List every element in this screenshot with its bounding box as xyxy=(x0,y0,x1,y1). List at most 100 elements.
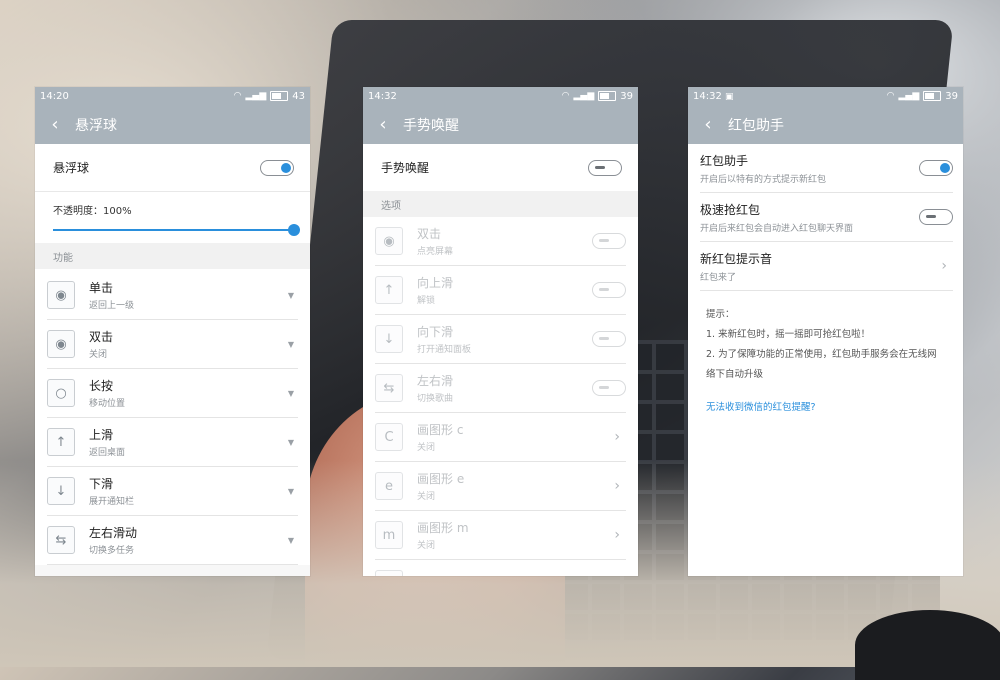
chevron-right-icon[interactable]: › xyxy=(941,258,947,274)
item-text: 向下滑 打开通知面板 xyxy=(417,323,592,355)
chevron-right-icon[interactable]: › xyxy=(614,478,620,494)
function-item[interactable]: ↓ 下滑 展开通知栏 ▼ xyxy=(47,467,298,516)
app-bar: ‹ 手势唤醒 xyxy=(363,105,638,144)
item-subtitle: 返回桌面 xyxy=(89,448,126,458)
item-text: 红包助手 开启后以特有的方式提示新红包 xyxy=(700,152,826,185)
battery-level: 43 xyxy=(292,90,305,102)
item-subtitle: 返回上一级 xyxy=(89,301,135,311)
section-header: 选项 xyxy=(363,191,638,217)
red-packet-settings: 红包助手 开启后以特有的方式提示新红包极速抢红包 开启后来红包会自动进入红包聊天界面… xyxy=(688,144,963,291)
gesture-option[interactable]: ⇆ 左右滑切换歌曲 xyxy=(375,364,626,413)
chevron-right-icon[interactable]: › xyxy=(614,527,620,543)
function-item[interactable]: ◉ 单击 返回上一级 ▼ xyxy=(47,271,298,320)
item-subtitle: 关闭 xyxy=(417,492,436,502)
function-item[interactable]: ○ 长按移动位置 ▼ xyxy=(47,369,298,418)
back-arrow-icon[interactable]: ‹ xyxy=(35,114,75,135)
setting-toggle[interactable] xyxy=(919,160,953,176)
item-text: 画图形 e 关闭 xyxy=(417,470,614,502)
status-bar: 14:32 ▣ ◠ ▂▄▆ 39 xyxy=(688,87,963,105)
item-title: 画图形 c xyxy=(417,423,464,437)
item-title: 画图形 e xyxy=(417,472,465,486)
item-text: 画图形 m 关闭 xyxy=(417,519,614,551)
dot-circle-icon: ◉ xyxy=(375,227,403,255)
swipe-up-icon: ↑ xyxy=(47,428,75,456)
setting-toggle[interactable] xyxy=(919,209,953,225)
battery-level: 39 xyxy=(945,90,958,102)
red-packet-setting[interactable]: 极速抢红包 开启后来红包会自动进入红包聊天界面 xyxy=(700,193,953,242)
floating-ball-setting[interactable]: 悬浮球 xyxy=(35,144,310,191)
gesture-toggle[interactable] xyxy=(592,331,626,347)
draw-e-icon: e xyxy=(375,472,403,500)
item-subtitle: 关闭 xyxy=(89,350,108,360)
tip-1: 1. 来新红包时，摇一摇即可抢红包啦！ xyxy=(706,329,871,340)
gesture-option[interactable]: ↑ 向上滑 解锁 xyxy=(375,266,626,315)
opacity-label: 不透明度：100% xyxy=(53,206,132,217)
page-title: 悬浮球 xyxy=(75,117,117,134)
item-title: 长按 xyxy=(89,379,114,393)
item-text: 左右滑 切换歌曲 xyxy=(417,372,592,404)
back-arrow-icon[interactable]: ‹ xyxy=(688,114,728,135)
item-subtitle: 红包来了 xyxy=(700,272,737,283)
red-packet-setting[interactable]: 红包助手 开启后以特有的方式提示新红包 xyxy=(700,144,953,193)
draw-o-icon: o xyxy=(375,570,403,576)
item-text: 画图形 o xyxy=(417,575,614,577)
item-title: 左右滑 xyxy=(417,374,454,388)
wifi-icon: ◠ xyxy=(233,91,242,101)
gesture-option[interactable]: ↓ 向下滑 打开通知面板 xyxy=(375,315,626,364)
ring-icon: ○ xyxy=(47,379,75,407)
dropdown-caret-icon[interactable]: ▼ xyxy=(288,340,294,349)
function-item[interactable]: ⇆ 左右滑动 切换多任务 ▼ xyxy=(47,516,298,565)
gesture-toggle[interactable] xyxy=(592,282,626,298)
item-text: 画图形 c 关闭 xyxy=(417,421,614,453)
swipe-down-icon: ↓ xyxy=(375,325,403,353)
item-title: 单击 xyxy=(89,281,114,295)
item-title: 双击 xyxy=(417,227,442,241)
dropdown-caret-icon[interactable]: ▼ xyxy=(288,438,294,447)
function-item[interactable]: ↑ 上滑 返回桌面 ▼ xyxy=(47,418,298,467)
signal-icon: ▂▄▆ xyxy=(573,91,595,101)
dropdown-caret-icon[interactable]: ▼ xyxy=(288,291,294,300)
function-item[interactable]: ◉ 双击 关闭 ▼ xyxy=(47,320,298,369)
item-text: 单击 返回上一级 xyxy=(89,279,288,311)
item-subtitle: 移动位置 xyxy=(89,399,126,409)
dropdown-caret-icon[interactable]: ▼ xyxy=(288,389,294,398)
gesture-toggle[interactable] xyxy=(592,380,626,396)
swipe-horizontal-icon: ⇆ xyxy=(375,374,403,402)
opacity-slider-knob[interactable] xyxy=(288,224,300,236)
gesture-option-list: ◉ 双击 点亮屏幕 ↑ 向上滑 解锁 ↓ 向下滑 打开通知面板 ⇆ 左右滑 切换歌曲 C 画图形 c 关闭 ›… xyxy=(363,217,638,576)
gesture-option[interactable]: o画图形 o› xyxy=(375,560,626,576)
back-arrow-icon[interactable]: ‹ xyxy=(363,114,403,135)
opacity-slider[interactable] xyxy=(53,223,300,237)
battery-icon xyxy=(923,91,942,101)
gesture-toggle[interactable] xyxy=(592,233,626,249)
gesture-option[interactable]: e 画图形 e 关闭 › xyxy=(375,462,626,511)
phone-screen-gesture-wake: 14:32 ◠ ▂▄▆ 39 ‹ 手势唤醒 手势唤醒 选项 ◉ 双击 点亮屏幕 ↑ 向上… xyxy=(363,87,638,576)
help-link[interactable]: 无法收到微信的红包提醒? xyxy=(688,385,963,413)
swipe-down-icon: ↓ xyxy=(47,477,75,505)
item-subtitle: 解锁 xyxy=(417,296,436,306)
gesture-option[interactable]: C 画图形 c 关闭 › xyxy=(375,413,626,462)
section-header: 功能 xyxy=(35,243,310,269)
gesture-wake-toggle[interactable] xyxy=(588,159,622,176)
item-title: 红包助手 xyxy=(700,153,749,168)
item-text: 左右滑动 切换多任务 xyxy=(89,524,288,556)
chevron-right-icon[interactable]: › xyxy=(614,429,620,445)
item-title: 上滑 xyxy=(89,428,114,442)
swipe-horizontal-icon: ⇆ xyxy=(47,526,75,554)
item-subtitle: 开启后来红包会自动进入红包聊天界面 xyxy=(700,223,854,234)
gesture-option[interactable]: ◉ 双击 点亮屏幕 xyxy=(375,217,626,266)
gesture-wake-setting[interactable]: 手势唤醒 xyxy=(363,144,638,191)
item-title: 向下滑 xyxy=(417,325,454,339)
swipe-up-icon: ↑ xyxy=(375,276,403,304)
tips-title: 提示： xyxy=(706,309,735,320)
status-bar: 14:32 ◠ ▂▄▆ 39 xyxy=(363,87,638,105)
item-text: 上滑 返回桌面 xyxy=(89,426,288,458)
draw-m-icon: m xyxy=(375,521,403,549)
gesture-option[interactable]: m 画图形 m 关闭 › xyxy=(375,511,626,560)
item-subtitle: 切换歌曲 xyxy=(417,394,454,404)
floating-ball-toggle[interactable] xyxy=(260,159,294,176)
setting-label: 悬浮球 xyxy=(53,161,90,175)
red-packet-setting[interactable]: 新红包提示音 红包来了 › xyxy=(700,242,953,291)
dropdown-caret-icon[interactable]: ▼ xyxy=(288,536,294,545)
dropdown-caret-icon[interactable]: ▼ xyxy=(288,487,294,496)
